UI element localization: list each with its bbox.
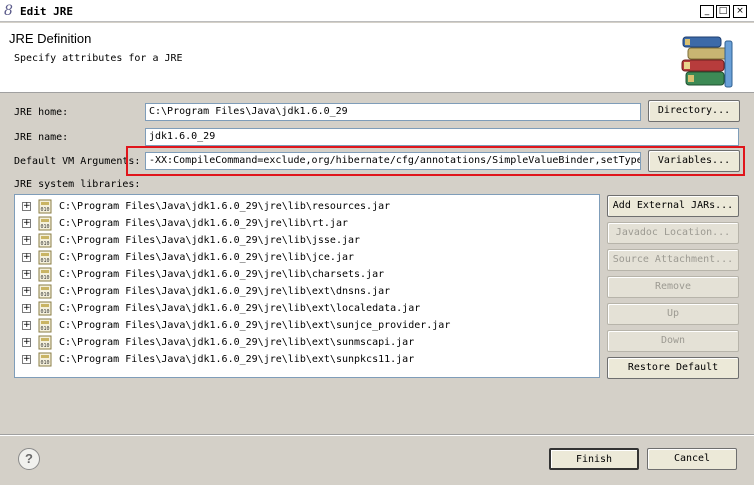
close-button[interactable]: × bbox=[733, 5, 747, 18]
svg-text:010: 010 bbox=[40, 207, 49, 213]
header-title: JRE Definition bbox=[9, 31, 92, 46]
library-label: C:\Program Files\Java\jdk1.6.0_29\jre\li… bbox=[59, 235, 361, 246]
help-icon[interactable]: ? bbox=[18, 448, 40, 470]
cancel-button[interactable]: Cancel bbox=[647, 448, 737, 470]
expand-icon[interactable]: + bbox=[22, 202, 31, 211]
jar-icon: 010 bbox=[37, 267, 53, 282]
vm-args-field[interactable]: -XX:CompileCommand=exclude,org/hibernate… bbox=[145, 152, 641, 170]
down-button[interactable]: Down bbox=[607, 330, 739, 352]
expand-icon[interactable]: + bbox=[22, 219, 31, 228]
remove-button[interactable]: Remove bbox=[607, 276, 739, 298]
library-label: C:\Program Files\Java\jdk1.6.0_29\jre\li… bbox=[59, 252, 355, 263]
library-label: C:\Program Files\Java\jdk1.6.0_29\jre\li… bbox=[59, 218, 348, 229]
maximize-button[interactable]: □ bbox=[716, 5, 730, 18]
javadoc-location-button[interactable]: Javadoc Location... bbox=[607, 222, 739, 244]
expand-icon[interactable]: + bbox=[22, 287, 31, 296]
svg-text:010: 010 bbox=[40, 258, 49, 264]
footer-divider bbox=[0, 434, 754, 436]
library-label: C:\Program Files\Java\jdk1.6.0_29\jre\li… bbox=[59, 320, 451, 331]
library-label: C:\Program Files\Java\jdk1.6.0_29\jre\li… bbox=[59, 269, 385, 280]
header-subtitle: Specify attributes for a JRE bbox=[14, 53, 183, 64]
add-external-jars-button[interactable]: Add External JARs... bbox=[607, 195, 739, 217]
expand-icon[interactable]: + bbox=[22, 355, 31, 364]
jar-icon: 010 bbox=[37, 284, 53, 299]
expand-icon[interactable]: + bbox=[22, 338, 31, 347]
jre-libraries-label: JRE system libraries: bbox=[14, 179, 141, 190]
library-label: C:\Program Files\Java\jdk1.6.0_29\jre\li… bbox=[59, 303, 421, 314]
vm-args-label: Default VM Arguments: bbox=[14, 156, 141, 167]
jar-icon: 010 bbox=[37, 301, 53, 316]
expand-icon[interactable]: + bbox=[22, 304, 31, 313]
books-icon bbox=[681, 36, 733, 88]
expand-icon[interactable]: + bbox=[22, 236, 31, 245]
title-bar: 8 Edit JRE _ □ × bbox=[0, 0, 754, 22]
finish-button[interactable]: Finish bbox=[549, 448, 639, 470]
jre-name-field[interactable]: jdk1.6.0_29 bbox=[145, 128, 739, 146]
restore-default-button[interactable]: Restore Default bbox=[607, 357, 739, 379]
svg-text:010: 010 bbox=[40, 241, 49, 247]
window-title: Edit JRE bbox=[20, 5, 73, 18]
svg-text:010: 010 bbox=[40, 309, 49, 315]
jar-icon: 010 bbox=[37, 216, 53, 231]
svg-text:010: 010 bbox=[40, 224, 49, 230]
jar-icon: 010 bbox=[37, 318, 53, 333]
svg-text:010: 010 bbox=[40, 343, 49, 349]
jar-icon: 010 bbox=[37, 335, 53, 350]
library-tree[interactable]: +010 C:\Program Files\Java\jdk1.6.0_29\jr… bbox=[14, 194, 600, 378]
jar-icon: 010 bbox=[37, 250, 53, 265]
svg-text:010: 010 bbox=[40, 292, 49, 298]
jar-icon: 010 bbox=[37, 199, 53, 214]
expand-icon[interactable]: + bbox=[22, 321, 31, 330]
variables-button[interactable]: Variables... bbox=[648, 150, 740, 172]
dialog-header: JRE Definition Specify attributes for a … bbox=[0, 23, 754, 93]
library-label: C:\Program Files\Java\jdk1.6.0_29\jre\li… bbox=[59, 354, 415, 365]
up-button[interactable]: Up bbox=[607, 303, 739, 325]
jar-icon: 010 bbox=[37, 352, 53, 367]
jre-home-label: JRE home: bbox=[14, 107, 69, 118]
svg-text:010: 010 bbox=[40, 326, 49, 332]
directory-button[interactable]: Directory... bbox=[648, 100, 740, 122]
jre-home-field[interactable]: C:\Program Files\Java\jdk1.6.0_29 bbox=[145, 103, 641, 121]
app-icon: 8 bbox=[4, 3, 13, 19]
jre-name-label: JRE name: bbox=[14, 132, 69, 143]
expand-icon[interactable]: + bbox=[22, 253, 31, 262]
svg-text:010: 010 bbox=[40, 360, 49, 366]
library-label: C:\Program Files\Java\jdk1.6.0_29\jre\li… bbox=[59, 201, 391, 212]
svg-text:010: 010 bbox=[40, 275, 49, 281]
minimize-button[interactable]: _ bbox=[700, 5, 714, 18]
expand-icon[interactable]: + bbox=[22, 270, 31, 279]
library-label: C:\Program Files\Java\jdk1.6.0_29\jre\li… bbox=[59, 337, 415, 348]
source-attachment-button[interactable]: Source Attachment... bbox=[607, 249, 739, 271]
jar-icon: 010 bbox=[37, 233, 53, 248]
library-label: C:\Program Files\Java\jdk1.6.0_29\jre\li… bbox=[59, 286, 391, 297]
